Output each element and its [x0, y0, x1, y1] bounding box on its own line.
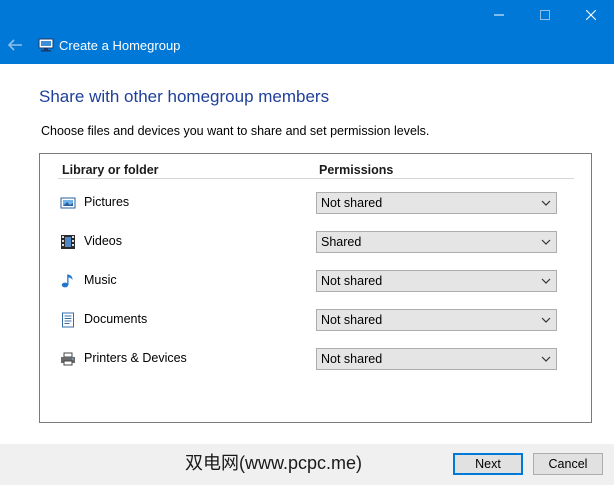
- row-label-pictures: Pictures: [84, 195, 130, 209]
- chevron-down-icon: [541, 317, 551, 323]
- videos-icon: [61, 235, 75, 249]
- chevron-down-icon: [541, 200, 551, 206]
- permission-select-documents[interactable]: Not shared: [316, 309, 557, 331]
- permission-select-printers[interactable]: Not shared: [316, 348, 557, 370]
- permission-select-pictures[interactable]: Not shared: [316, 192, 557, 214]
- cancel-button[interactable]: Cancel: [533, 453, 603, 475]
- chevron-down-icon: [541, 356, 551, 362]
- title-bar: Create a Homegroup: [0, 0, 614, 64]
- permission-value-videos: Shared: [321, 235, 362, 249]
- header-library: Library or folder: [62, 163, 159, 177]
- permission-value-pictures: Not shared: [321, 196, 383, 210]
- maximize-button[interactable]: [522, 0, 568, 30]
- permission-value-documents: Not shared: [321, 313, 383, 327]
- maximize-icon: [540, 10, 550, 20]
- header-permissions: Permissions: [319, 163, 394, 177]
- chevron-down-icon: [541, 239, 551, 245]
- header-divider: [58, 178, 574, 179]
- back-arrow-icon: [7, 39, 22, 51]
- row-label-music: Music: [84, 273, 117, 287]
- page-heading: Share with other homegroup members: [39, 87, 330, 106]
- back-button[interactable]: [6, 37, 24, 53]
- permission-select-videos[interactable]: Shared: [316, 231, 557, 253]
- close-button[interactable]: [568, 0, 614, 30]
- close-icon: [586, 10, 596, 20]
- music-icon: [61, 274, 73, 288]
- permission-value-music: Not shared: [321, 274, 383, 288]
- minimize-icon: [494, 14, 504, 16]
- homegroup-icon: [38, 38, 54, 52]
- permission-select-music[interactable]: Not shared: [316, 270, 557, 292]
- minimize-button[interactable]: [476, 0, 522, 30]
- chevron-down-icon: [541, 278, 551, 284]
- documents-icon: [62, 312, 74, 328]
- next-button[interactable]: Next: [453, 453, 523, 475]
- pictures-icon: [60, 197, 76, 209]
- watermark-text: 双电网(www.pcpc.me): [185, 453, 363, 473]
- permission-value-printers: Not shared: [321, 352, 383, 366]
- homegroup-window: Create a Homegroup Share with other home…: [0, 0, 614, 485]
- row-label-documents: Documents: [84, 312, 148, 326]
- row-label-videos: Videos: [84, 234, 122, 248]
- instruction-text: Choose files and devices you want to sha…: [41, 124, 430, 138]
- row-label-printers: Printers & Devices: [84, 351, 187, 365]
- printer-icon: [61, 352, 75, 366]
- window-title: Create a Homegroup: [59, 38, 181, 53]
